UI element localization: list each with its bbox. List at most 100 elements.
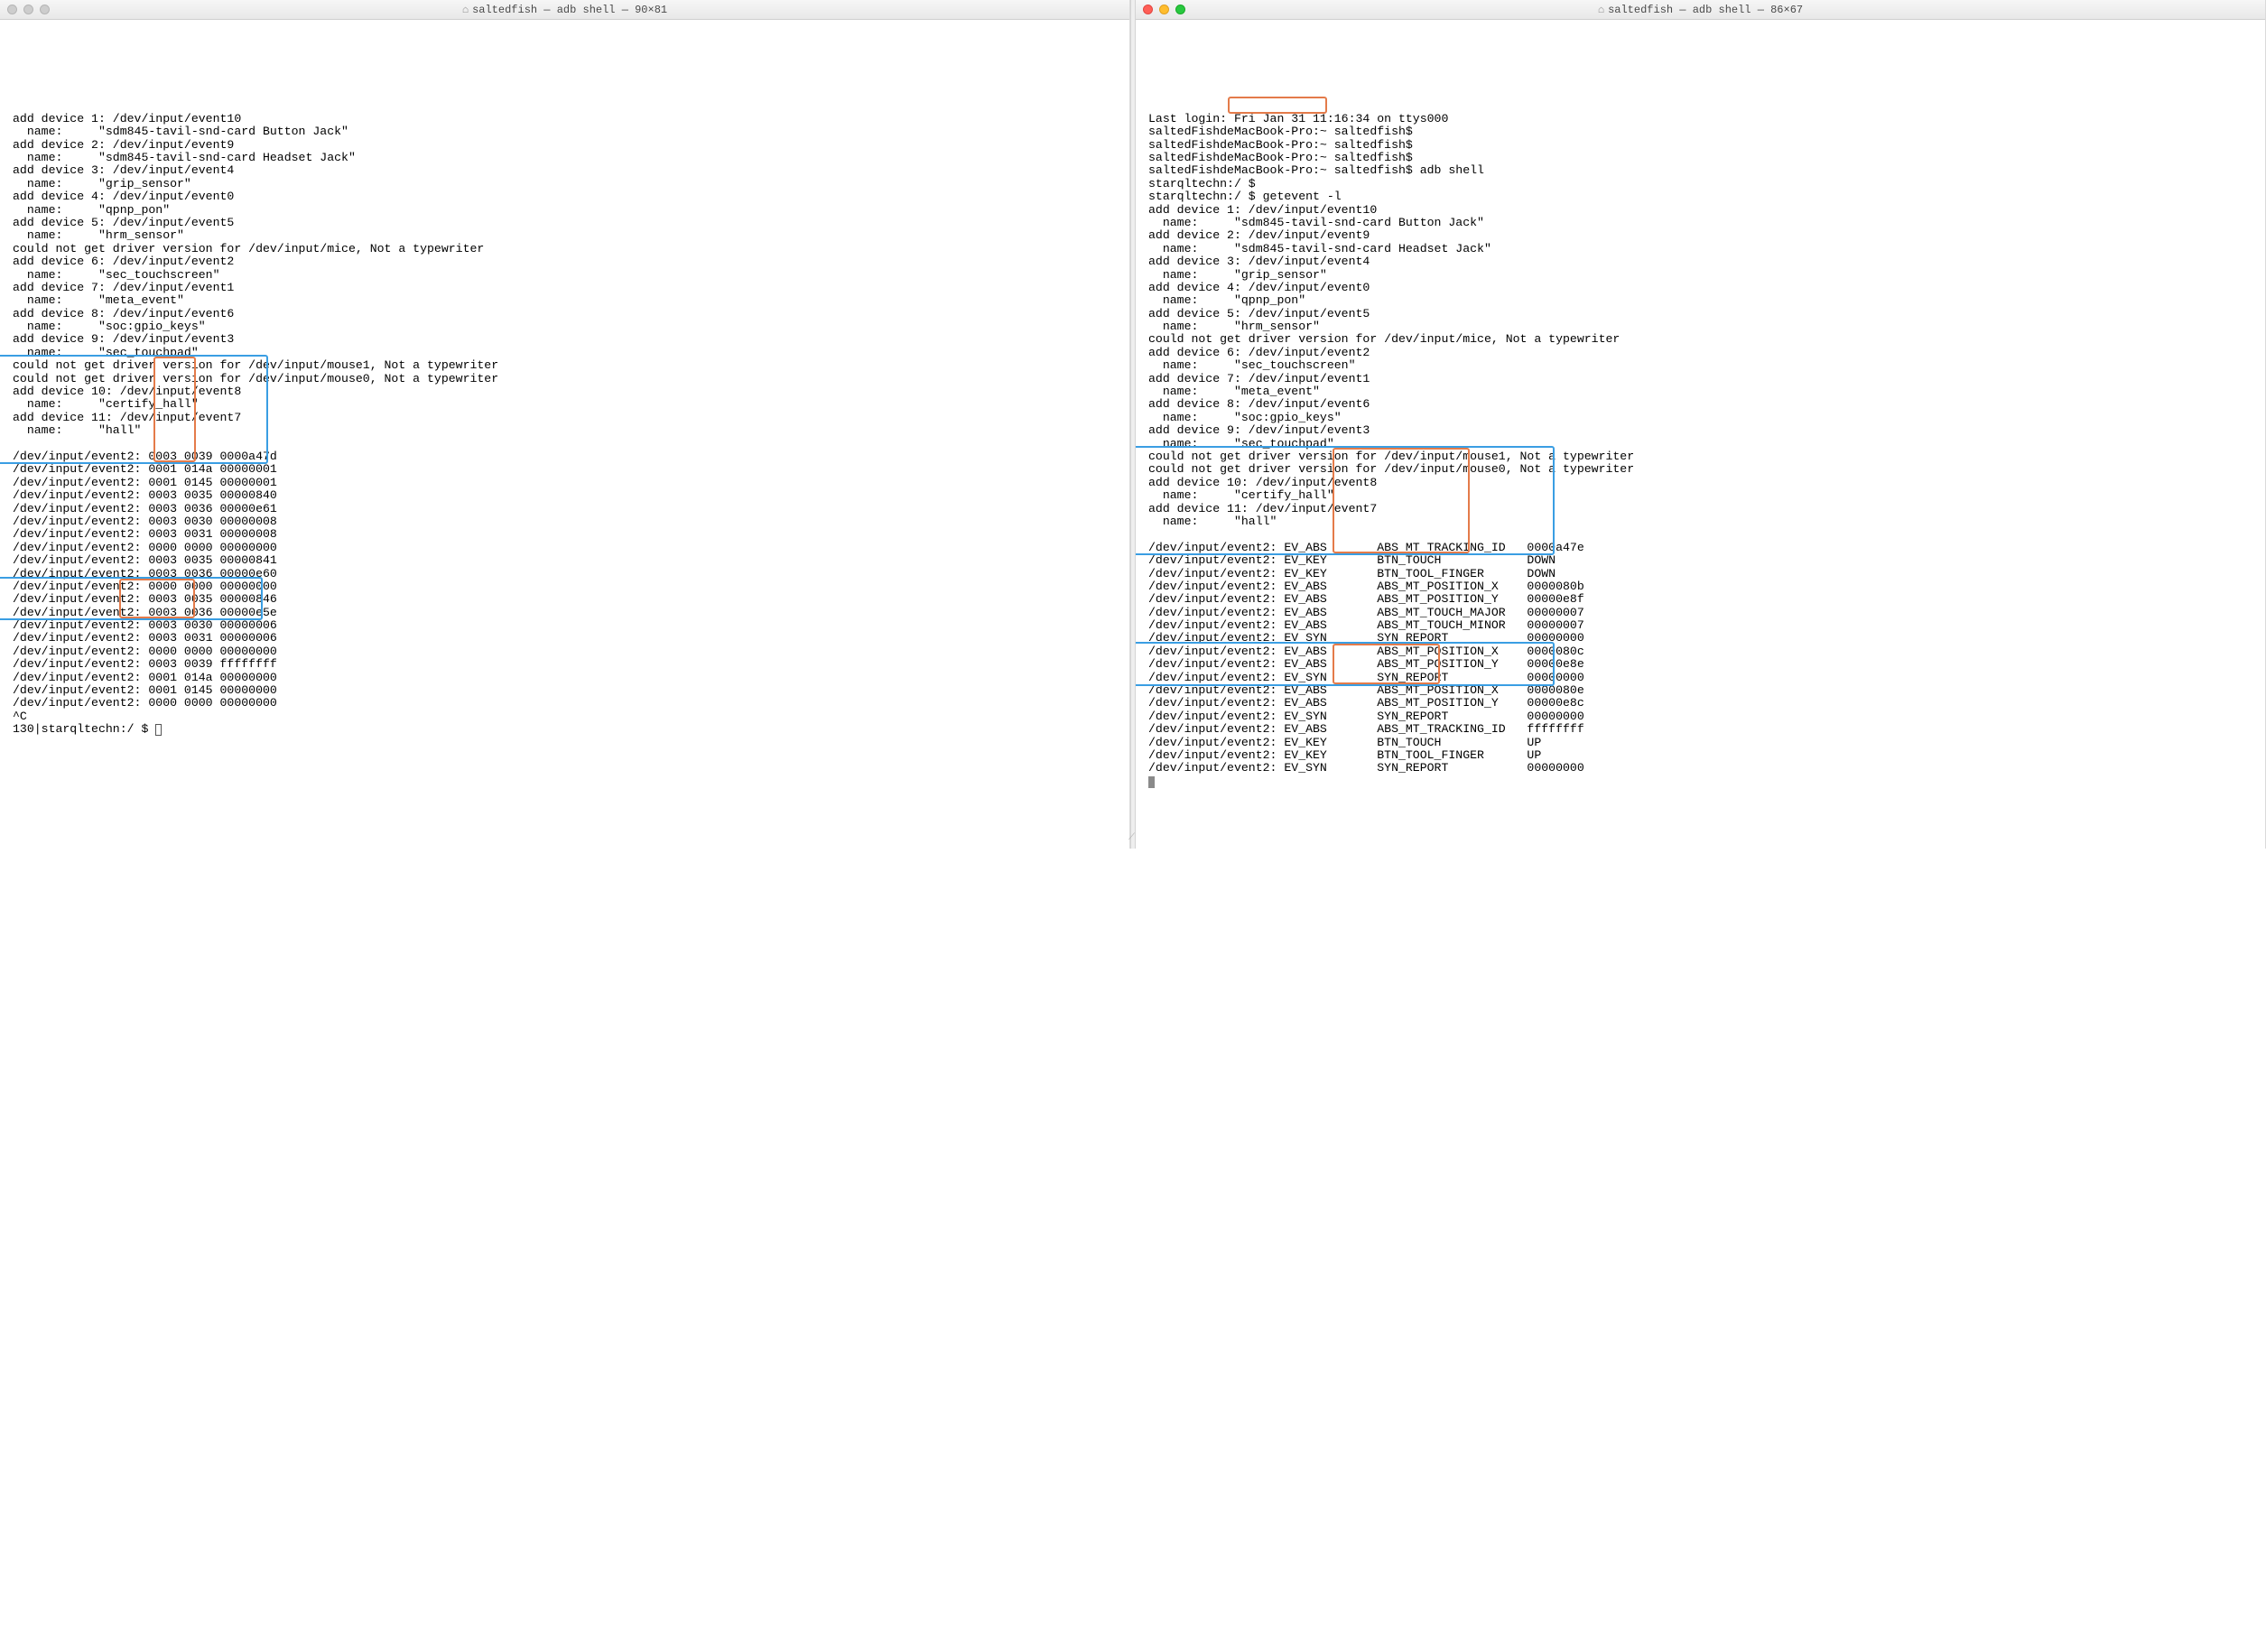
home-icon: ⌂ [1598, 4, 1604, 16]
terminal-line [13, 438, 1120, 450]
terminal-line: name: "certify_hall" [13, 398, 1120, 411]
titlebar-left[interactable]: ⌂ saltedfish — adb shell — 90×81 [0, 0, 1129, 20]
terminal-line: /dev/input/event2: 0003 0036 00000e5e [13, 607, 1120, 619]
terminal-pane-left[interactable]: ⌂ saltedfish — adb shell — 90×81 add dev… [0, 0, 1130, 849]
terminal-line: could not get driver version for /dev/in… [1148, 333, 2256, 346]
terminal-line: /dev/input/event2: 0003 0030 00000008 [13, 515, 1120, 528]
terminal-line: /dev/input/event2: 0003 0031 00000008 [13, 528, 1120, 541]
window-title-right: ⌂ saltedfish — adb shell — 86×67 [1136, 4, 2265, 16]
terminal-line: name: "sdm845-tavil-snd-card Button Jack… [1148, 217, 2256, 229]
window-title-text-left: saltedfish — adb shell — 90×81 [472, 4, 667, 16]
terminal-line: /dev/input/event2: EV_ABS ABS_MT_TOUCH_M… [1148, 607, 2256, 619]
terminal-line: /dev/input/event2: EV_ABS ABS_MT_POSITIO… [1148, 593, 2256, 606]
terminal-line: add device 6: /dev/input/event2 [1148, 347, 2256, 359]
terminal-line: ^C [13, 710, 1120, 723]
cursor-icon [1148, 776, 1155, 788]
terminal-line: name: "soc:gpio_keys" [1148, 412, 2256, 424]
zoom-dot[interactable] [40, 5, 50, 14]
terminal-line: /dev/input/event2: 0001 014a 00000001 [13, 463, 1120, 476]
terminal-line: name: "sdm845-tavil-snd-card Headset Jac… [1148, 243, 2256, 255]
terminal-line: add device 9: /dev/input/event3 [13, 333, 1120, 346]
terminal-pane-right[interactable]: ⌂ saltedfish — adb shell — 86×67 Last lo… [1136, 0, 2266, 849]
terminal-line: name: "sec_touchscreen" [1148, 359, 2256, 372]
terminal-line: name: "hall" [13, 424, 1120, 437]
terminal-line: could not get driver version for /dev/in… [1148, 463, 2256, 476]
terminal-line: name: "grip_sensor" [13, 178, 1120, 190]
close-dot[interactable] [1143, 5, 1153, 14]
window-title-text-right: saltedfish — adb shell — 86×67 [1608, 4, 1803, 16]
traffic-lights-right [1143, 5, 1185, 14]
terminal-line: /dev/input/event2: EV_SYN SYN_REPORT 000… [1148, 710, 2256, 723]
terminal-line: name: "grip_sensor" [1148, 269, 2256, 282]
terminal-line: add device 4: /dev/input/event0 [1148, 282, 2256, 294]
terminal-line: name: "meta_event" [13, 294, 1120, 307]
cursor-icon [155, 724, 162, 736]
terminal-line: /dev/input/event2: 0003 0035 00000841 [13, 554, 1120, 567]
traffic-lights-left [7, 5, 50, 14]
terminal-line: /dev/input/event2: 0001 0145 00000000 [13, 684, 1120, 697]
terminal-line: /dev/input/event2: 0003 0039 ffffffff [13, 658, 1120, 671]
terminal-line: starqltechn:/ $ [1148, 178, 2256, 190]
terminal-line: add device 7: /dev/input/event1 [1148, 373, 2256, 385]
terminal-content-right[interactable]: Last login: Fri Jan 31 11:16:34 on ttys0… [1136, 20, 2265, 849]
terminal-line: add device 10: /dev/input/event8 [13, 385, 1120, 398]
terminal-line: add device 7: /dev/input/event1 [13, 282, 1120, 294]
terminal-line: name: "sdm845-tavil-snd-card Button Jack… [13, 125, 1120, 138]
terminal-line: /dev/input/event2: 0001 0145 00000001 [13, 477, 1120, 489]
terminal-line [1148, 775, 2256, 788]
terminal-line: /dev/input/event2: 0000 0000 00000000 [13, 645, 1120, 658]
terminal-line: add device 11: /dev/input/event7 [1148, 503, 2256, 515]
minimize-dot[interactable] [1159, 5, 1169, 14]
terminal-line: name: "hall" [1148, 515, 2256, 528]
terminal-content-left[interactable]: add device 1: /dev/input/event10 name: "… [0, 20, 1129, 849]
titlebar-right[interactable]: ⌂ saltedfish — adb shell — 86×67 [1136, 0, 2265, 20]
terminal-line: name: "hrm_sensor" [13, 229, 1120, 242]
minimize-dot[interactable] [23, 5, 33, 14]
terminal-line: add device 1: /dev/input/event10 [1148, 204, 2256, 217]
terminal-line: name: "hrm_sensor" [1148, 320, 2256, 333]
terminal-line: /dev/input/event2: 0003 0039 0000a47d [13, 450, 1120, 463]
terminal-line: saltedFishdeMacBook-Pro:~ saltedfish$ [1148, 125, 2256, 138]
terminal-line: /dev/input/event2: EV_SYN SYN_REPORT 000… [1148, 762, 2256, 775]
terminal-line: could not get driver version for /dev/in… [1148, 450, 2256, 463]
terminal-line: /dev/input/event2: EV_ABS ABS_MT_TRACKIN… [1148, 723, 2256, 736]
terminal-line: /dev/input/event2: EV_ABS ABS_MT_POSITIO… [1148, 658, 2256, 671]
terminal-line: add device 10: /dev/input/event8 [1148, 477, 2256, 489]
terminal-line: add device 2: /dev/input/event9 [13, 139, 1120, 152]
terminal-line: /dev/input/event2: EV_ABS ABS_MT_POSITIO… [1148, 645, 2256, 658]
terminal-line: add device 5: /dev/input/event5 [13, 217, 1120, 229]
terminal-line: add device 8: /dev/input/event6 [1148, 398, 2256, 411]
terminal-line: add device 5: /dev/input/event5 [1148, 308, 2256, 320]
terminal-line: could not get driver version for /dev/in… [13, 359, 1120, 372]
terminal-line: /dev/input/event2: EV_ABS ABS_MT_POSITIO… [1148, 684, 2256, 697]
zoom-dot[interactable] [1175, 5, 1185, 14]
terminal-line: /dev/input/event2: EV_KEY BTN_TOOL_FINGE… [1148, 749, 2256, 762]
terminal-line: /dev/input/event2: EV_KEY BTN_TOUCH UP [1148, 737, 2256, 749]
terminal-line: starqltechn:/ $ getevent -l [1148, 190, 2256, 203]
terminal-line: /dev/input/event2: 0000 0000 00000000 [13, 580, 1120, 593]
terminal-line: /dev/input/event2: EV_SYN SYN_REPORT 000… [1148, 632, 2256, 645]
terminal-line: /dev/input/event2: EV_SYN SYN_REPORT 000… [1148, 672, 2256, 684]
terminal-line: could not get driver version for /dev/in… [13, 373, 1120, 385]
terminal-line: name: "sec_touchpad" [13, 347, 1120, 359]
terminal-line: saltedFishdeMacBook-Pro:~ saltedfish$ ad… [1148, 164, 2256, 177]
terminal-line: add device 9: /dev/input/event3 [1148, 424, 2256, 437]
terminal-line: /dev/input/event2: 0003 0030 00000006 [13, 619, 1120, 632]
terminal-line: /dev/input/event2: EV_ABS ABS_MT_POSITIO… [1148, 580, 2256, 593]
terminal-line: /dev/input/event2: 0003 0031 00000006 [13, 632, 1120, 645]
terminal-line: name: "soc:gpio_keys" [13, 320, 1120, 333]
terminal-line: 130|starqltechn:/ $ [13, 723, 1120, 736]
terminal-line: /dev/input/event2: EV_KEY BTN_TOOL_FINGE… [1148, 568, 2256, 580]
terminal-line: name: "sec_touchscreen" [13, 269, 1120, 282]
terminal-line: name: "meta_event" [1148, 385, 2256, 398]
terminal-line: add device 3: /dev/input/event4 [1148, 255, 2256, 268]
terminal-line: /dev/input/event2: 0000 0000 00000000 [13, 697, 1120, 710]
terminal-line: add device 4: /dev/input/event0 [13, 190, 1120, 203]
terminal-line: /dev/input/event2: 0003 0035 00000840 [13, 489, 1120, 502]
terminal-line: Last login: Fri Jan 31 11:16:34 on ttys0… [1148, 113, 2256, 125]
close-dot[interactable] [7, 5, 17, 14]
terminal-line: name: "certify_hall" [1148, 489, 2256, 502]
terminal-line: /dev/input/event2: EV_ABS ABS_MT_TRACKIN… [1148, 542, 2256, 554]
terminal-line: /dev/input/event2: 0001 014a 00000000 [13, 672, 1120, 684]
terminal-line: could not get driver version for /dev/in… [13, 243, 1120, 255]
